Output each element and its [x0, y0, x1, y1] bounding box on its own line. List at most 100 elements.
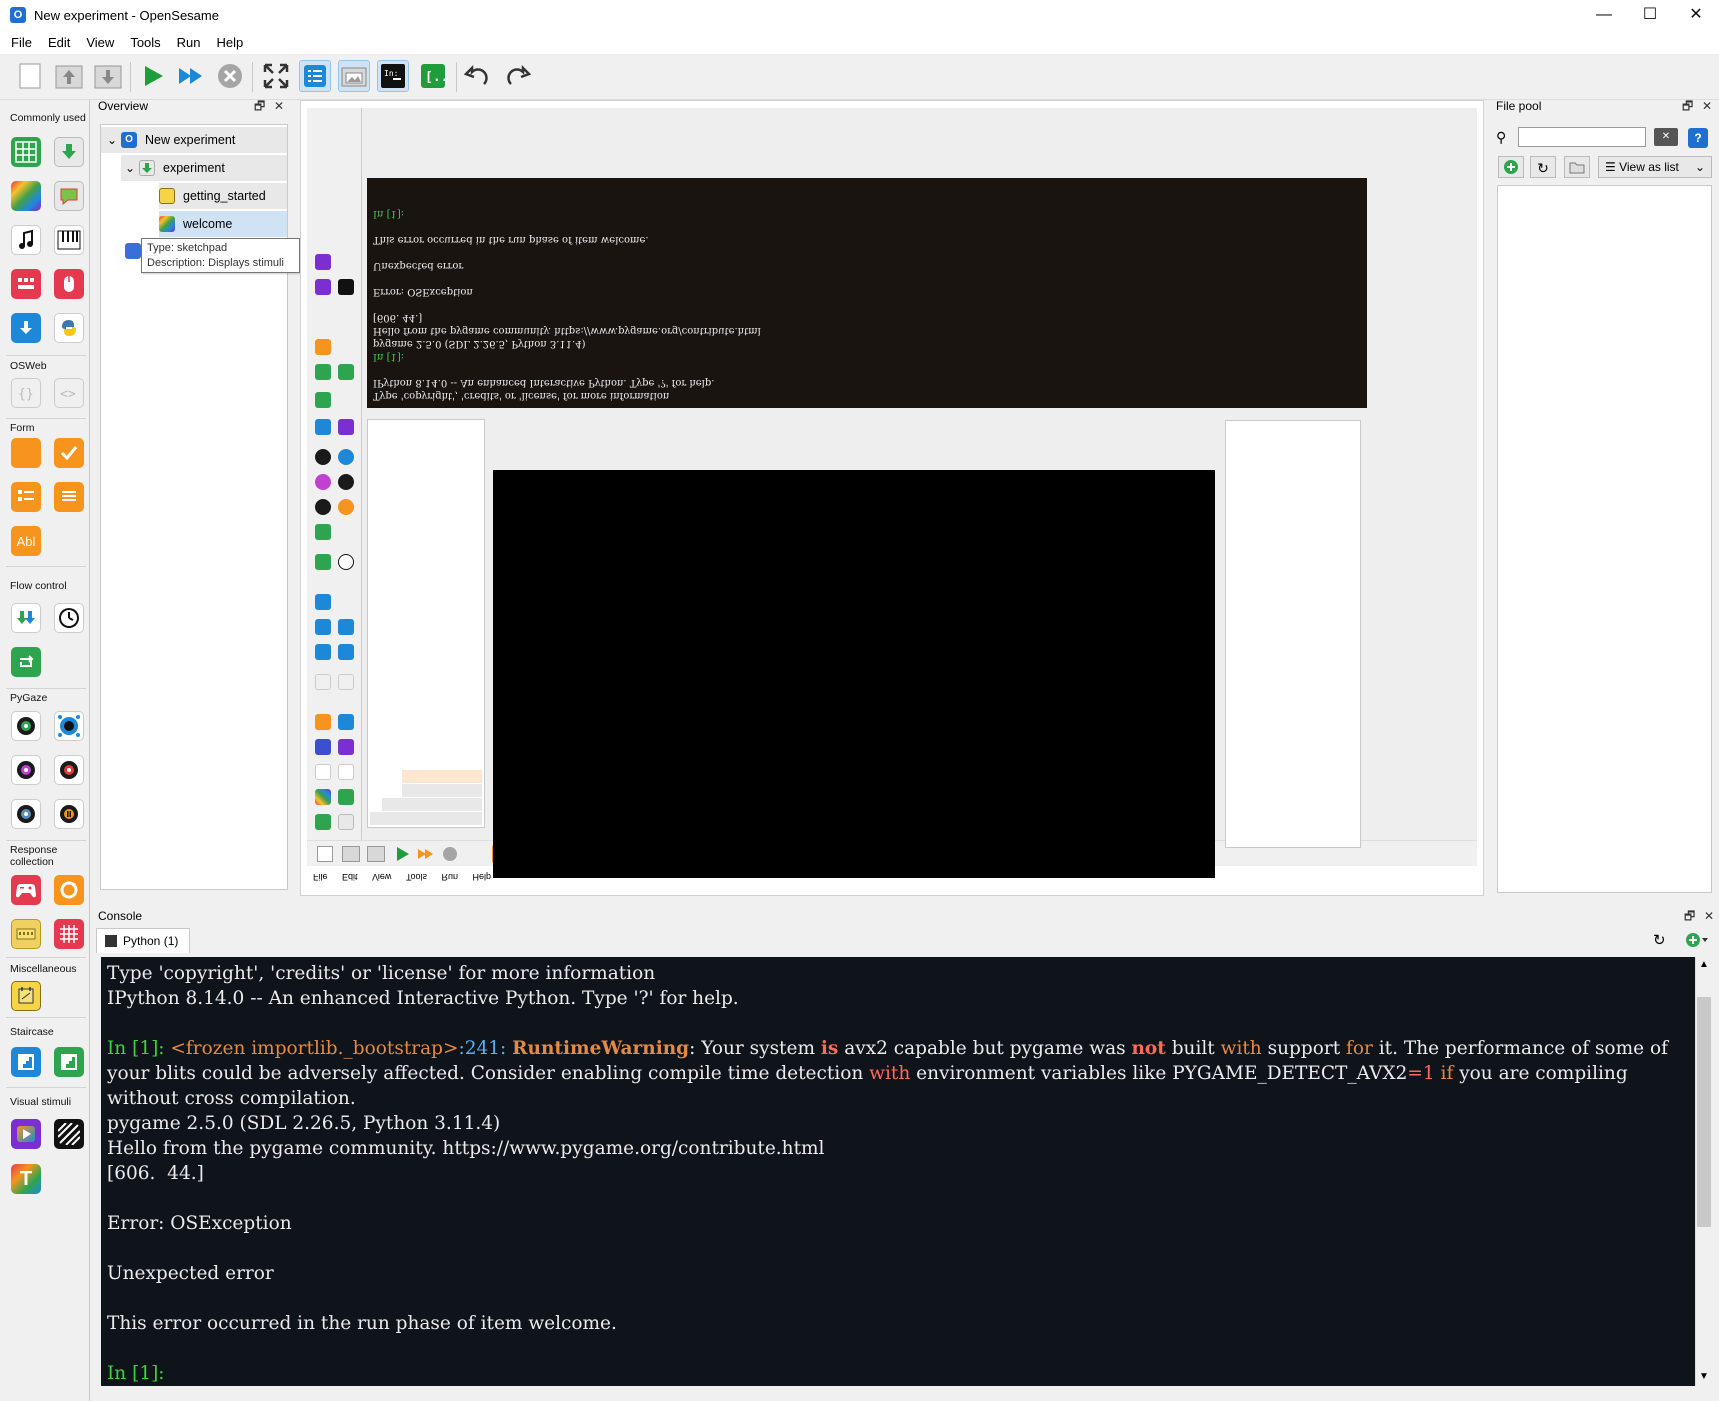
pygaze-init-icon[interactable] — [54, 711, 84, 741]
mirrored-console-line: Type 'copyright', 'credits' or 'license'… — [373, 390, 670, 401]
add-file-button[interactable] — [1498, 156, 1524, 178]
tree-item-new-experiment[interactable]: ⌄ O New experiment — [101, 127, 287, 153]
file-pool-search-input[interactable] — [1518, 127, 1646, 147]
menu-file[interactable]: File — [3, 35, 40, 50]
mirrored-menu-tools: Tools — [405, 872, 427, 882]
menu-tools[interactable]: Tools — [122, 35, 168, 50]
list-icon: ☰ — [1605, 160, 1620, 174]
tree-item-experiment[interactable]: ⌄ experiment — [121, 155, 287, 181]
loop-icon[interactable] — [11, 137, 41, 167]
menu-help[interactable]: Help — [209, 35, 252, 50]
restart-kernel-icon[interactable]: ↻ — [1653, 931, 1666, 949]
sequence-icon[interactable] — [54, 137, 84, 167]
scroll-down-icon[interactable]: ▼ — [1699, 1371, 1709, 1382]
chevron-down-icon[interactable]: ⌄ — [121, 155, 139, 181]
undo-icon[interactable] — [462, 60, 494, 92]
scroll-up-icon[interactable]: ▲ — [1699, 959, 1709, 970]
sampler-icon[interactable] — [11, 225, 41, 255]
tree-item-welcome[interactable]: welcome — [159, 211, 287, 237]
pygaze-start-recording-icon[interactable] — [54, 755, 84, 785]
variables-icon[interactable]: [..] — [417, 60, 449, 92]
grid-response-icon[interactable] — [54, 919, 84, 949]
abort-icon[interactable] — [214, 60, 246, 92]
repeat-cycle-icon[interactable] — [11, 647, 41, 677]
form-text-input-icon[interactable]: Abl — [11, 526, 41, 556]
sketchpad-icon[interactable] — [11, 181, 41, 211]
form-base-icon[interactable] — [11, 438, 41, 468]
mirrored-console-line: pygame 2.5.0 (SDL 2.26.5, Python 3.11.4) — [373, 338, 586, 349]
run-icon[interactable] — [137, 60, 169, 92]
minimize-button[interactable]: — — [1581, 0, 1627, 30]
float-icon[interactable]: 🗗 — [254, 95, 265, 117]
staircase-next-icon[interactable] — [54, 1047, 84, 1077]
console-scrollbar[interactable]: ▲ ▼ — [1695, 957, 1712, 1386]
media-player-icon[interactable] — [11, 1119, 41, 1149]
scrollbar-thumb[interactable] — [1697, 997, 1711, 1227]
opensesame-icon: O — [10, 7, 26, 23]
open-icon[interactable] — [53, 60, 85, 92]
tree-item-label: getting_started — [183, 189, 266, 203]
add-console-icon[interactable] — [1685, 932, 1708, 948]
inline-javascript-icon[interactable]: {} — [11, 378, 41, 408]
tree-item-getting-started[interactable]: getting_started — [159, 183, 287, 209]
joystick-icon[interactable] — [11, 875, 41, 905]
unused-items-icon[interactable] — [125, 243, 141, 259]
pygaze-drift-correct-icon[interactable] — [11, 711, 41, 741]
new-icon[interactable] — [14, 60, 46, 92]
menu-view[interactable]: View — [78, 35, 122, 50]
logger-icon[interactable] — [11, 313, 41, 343]
pygaze-stop-recording-icon[interactable] — [11, 799, 41, 829]
view-mode-select[interactable]: ☰ View as list ⌄ — [1598, 156, 1712, 178]
mirrored-console: Type 'copyright', 'credits' or 'license'… — [367, 178, 1367, 408]
close-icon[interactable]: ✕ — [1704, 905, 1714, 927]
close-icon[interactable]: ✕ — [1702, 95, 1712, 117]
notepad-icon[interactable] — [11, 981, 41, 1011]
help-icon[interactable]: ? — [1688, 128, 1708, 148]
fullscreen-icon[interactable] — [260, 60, 292, 92]
clear-search-icon[interactable]: ✕ — [1654, 128, 1678, 146]
file-pool-icon[interactable] — [338, 60, 370, 92]
menu-edit[interactable]: Edit — [40, 35, 78, 50]
chevron-down-icon[interactable]: ⌄ — [103, 127, 121, 153]
advanced-delay-icon[interactable] — [54, 603, 84, 633]
touch-response-icon[interactable] — [11, 919, 41, 949]
form-multiple-choice-icon[interactable] — [11, 482, 41, 512]
console-tab-python[interactable]: Python (1) — [96, 928, 190, 953]
mirrored-menu-help: Help — [472, 872, 492, 882]
folder-icon[interactable] — [1564, 156, 1590, 178]
pygaze-wait-icon[interactable] — [54, 799, 84, 829]
synth-icon[interactable] — [54, 225, 84, 255]
float-icon[interactable]: 🗗 — [1682, 95, 1693, 117]
feedback-icon[interactable] — [54, 181, 84, 211]
save-icon[interactable] — [92, 60, 124, 92]
close-button[interactable]: ✕ — [1673, 0, 1719, 30]
category-miscellaneous: Miscellaneous — [10, 963, 77, 975]
menu-bar: File Edit View Tools Run Help — [0, 30, 1719, 54]
title-bar: O New experiment - OpenSesame — ☐ ✕ — [0, 0, 1719, 30]
text-display-icon[interactable]: T — [11, 1164, 41, 1194]
overview-icon[interactable] — [299, 60, 331, 92]
mirrored-item-toolbar — [307, 108, 362, 840]
refresh-icon[interactable]: ↻ — [1530, 156, 1556, 178]
coroutines-icon[interactable] — [11, 603, 41, 633]
quick-run-icon[interactable] — [175, 60, 207, 92]
svg-text:{}: {} — [18, 387, 34, 402]
close-icon[interactable]: ✕ — [274, 95, 284, 117]
staircase-init-icon[interactable] — [11, 1047, 41, 1077]
window-title: New experiment - OpenSesame — [34, 7, 219, 23]
pygaze-log-icon[interactable] — [11, 755, 41, 785]
float-icon[interactable]: 🗗 — [1684, 905, 1695, 927]
form-text-display-icon[interactable] — [54, 482, 84, 512]
inline-html-icon[interactable]: <> — [54, 378, 84, 408]
mouse-response-icon[interactable] — [54, 269, 84, 299]
inline-script-icon[interactable] — [54, 313, 84, 343]
redo-icon[interactable] — [501, 60, 533, 92]
form-consent-icon[interactable] — [54, 438, 84, 468]
srbox-icon[interactable] — [54, 875, 84, 905]
gabor-icon[interactable] — [54, 1119, 84, 1149]
maximize-button[interactable]: ☐ — [1627, 0, 1673, 30]
keyboard-response-icon[interactable] — [11, 269, 41, 299]
console-output[interactable]: Type 'copyright', 'credits' or 'license'… — [101, 957, 1695, 1386]
menu-run[interactable]: Run — [169, 35, 209, 50]
console-icon[interactable]: In: — [377, 60, 409, 92]
